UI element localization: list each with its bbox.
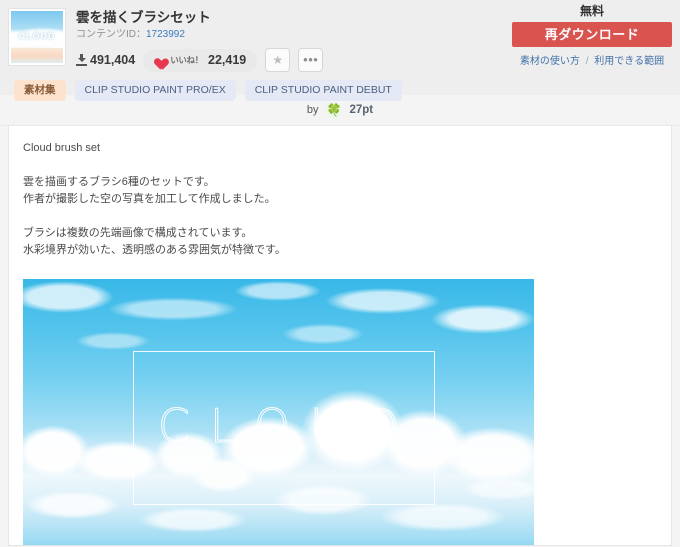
stats-row: 491,404 いいね！ 22,419 ★ ••• — [76, 48, 324, 72]
author-points: 27pt — [349, 104, 374, 116]
download-count: 491,404 — [76, 53, 135, 67]
download-block: 無料 再ダウンロード 素材の使い方 / 利用できる範囲 — [512, 4, 672, 67]
clover-icon: 🍀 — [326, 103, 342, 117]
like-button[interactable]: いいね！ 22,419 — [143, 48, 258, 72]
preview-image[interactable]: CLOUD — [23, 279, 534, 545]
page-title: 雲を描くブラシセット — [76, 10, 211, 25]
thumbnail-word: CLOUD — [18, 30, 56, 41]
download-icon — [76, 54, 87, 66]
by-label: by — [306, 104, 319, 116]
preview-word: CLOUD — [157, 399, 420, 453]
link-usage-scope[interactable]: 利用できる範囲 — [594, 56, 664, 67]
heart-icon — [152, 54, 165, 66]
tag-row: 素材集 CLIP STUDIO PAINT PRO/EX CLIP STUDIO… — [0, 72, 680, 101]
like-count: 22,419 — [208, 53, 247, 67]
favorite-button[interactable]: ★ — [265, 48, 291, 72]
like-label: いいね！ — [170, 55, 203, 65]
content-id: コンテンツID：1723992 — [76, 28, 323, 41]
ellipsis-icon: ••• — [303, 52, 319, 67]
avatar[interactable]: 🍀 — [325, 101, 343, 119]
content-id-label: コンテンツID： — [76, 29, 146, 40]
header-text-block: 雲を描くブラシセット コンテンツID：1723992 491,404 いいね！ … — [76, 8, 324, 72]
material-thumbnail[interactable]: CLOUD — [8, 8, 66, 66]
more-options-button[interactable]: ••• — [298, 48, 324, 72]
tag-clip-studio-paint-pro-ex[interactable]: CLIP STUDIO PAINT PRO/EX — [74, 80, 236, 101]
link-how-to-use[interactable]: 素材の使い方 — [520, 56, 580, 67]
content-panel: Cloud brush set 雲を描画するブラシ6種のセットです。 作者が撮影… — [8, 126, 672, 546]
redownload-button[interactable]: 再ダウンロード — [512, 22, 672, 47]
tag-clip-studio-paint-debut[interactable]: CLIP STUDIO PAINT DEBUT — [244, 80, 402, 101]
thumbnail-image: CLOUD — [11, 11, 63, 63]
content-id-value[interactable]: 1723992 — [146, 29, 185, 40]
price-label: 無料 — [579, 4, 604, 18]
star-icon: ★ — [272, 53, 284, 67]
download-count-value: 491,404 — [90, 53, 136, 67]
tag-material-set[interactable]: 素材集 — [14, 80, 66, 101]
link-separator: / — [585, 56, 589, 67]
page-header: CLOUD 雲を描くブラシセット コンテンツID：1723992 491,404… — [0, 0, 680, 101]
download-links: 素材の使い方 / 利用できる範囲 — [512, 52, 672, 67]
description-text: Cloud brush set 雲を描画するブラシ6種のセットです。 作者が撮影… — [23, 142, 286, 256]
